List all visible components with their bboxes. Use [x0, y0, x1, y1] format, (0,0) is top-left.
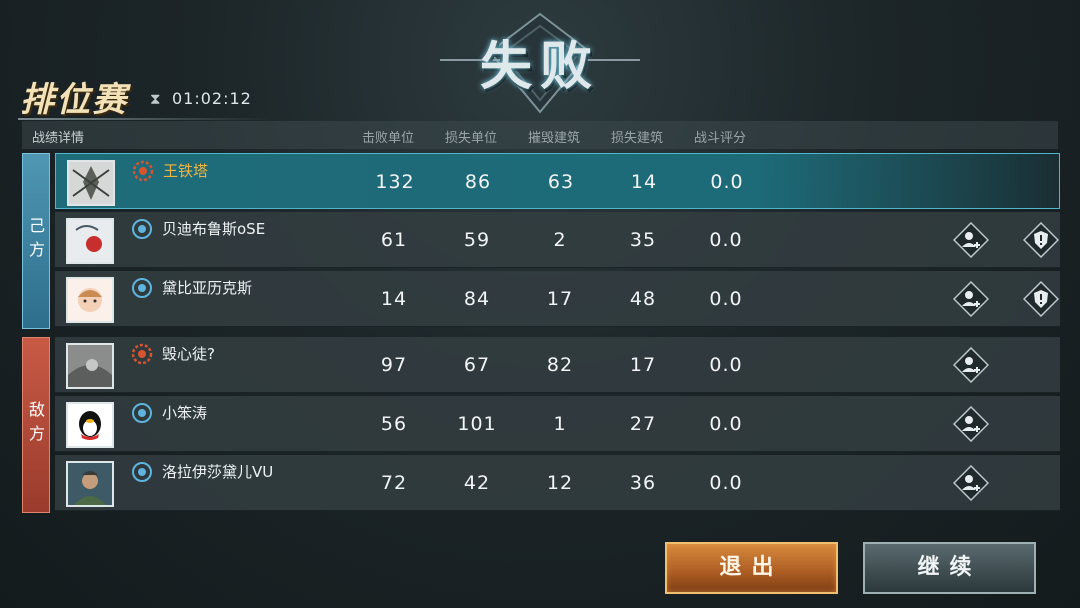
player-row[interactable]: 小笨涛 56 101 1 27 0.0: [55, 396, 1060, 452]
stat-kills: 97: [380, 354, 408, 376]
red-gear-icon: [132, 160, 154, 182]
stat-destroyed: 2: [553, 229, 567, 251]
exit-button[interactable]: 退出: [665, 542, 838, 594]
stat-lost: 14: [630, 171, 658, 193]
stat-lost: 36: [629, 472, 657, 494]
stat-destroyed: 12: [546, 472, 574, 494]
player-avatar[interactable]: [66, 461, 114, 507]
enemy-team-label: 敌方: [28, 400, 45, 443]
player-avatar[interactable]: [66, 343, 114, 389]
match-timer: 01:02:12: [172, 89, 252, 108]
player-row[interactable]: 王铁塔 132 86 63 14 0.0: [55, 153, 1060, 209]
col-losses: 损失单位: [445, 131, 498, 146]
player-name: 小笨涛: [162, 404, 208, 422]
player-name: 黛比亚历克斯: [162, 279, 253, 297]
stat-kills: 132: [375, 171, 415, 193]
stat-kills: 14: [380, 288, 408, 310]
stat-lost: 17: [629, 354, 657, 376]
stats-header-label: 战绩详情: [32, 131, 85, 146]
add-friend-icon[interactable]: [953, 222, 989, 258]
col-kills: 击败单位: [362, 131, 415, 146]
stat-score: 0.0: [709, 472, 743, 494]
enemy-team-bar: 敌方: [22, 337, 50, 513]
player-name: 毁心徒?: [162, 345, 215, 363]
player-row[interactable]: 黛比亚历克斯 14 84 17 48 0.0: [55, 271, 1060, 327]
add-friend-icon[interactable]: [953, 465, 989, 501]
stat-score: 0.0: [709, 229, 743, 251]
report-icon[interactable]: [1023, 222, 1059, 258]
player-avatar[interactable]: [66, 277, 114, 323]
add-friend-icon[interactable]: [953, 406, 989, 442]
mode-title: 排位赛: [20, 80, 128, 120]
stat-lost: 27: [629, 413, 657, 435]
stat-lost: 48: [629, 288, 657, 310]
player-name: 贝迪布鲁斯oSE: [162, 220, 266, 238]
stat-score: 0.0: [709, 288, 743, 310]
player-name: 王铁塔: [163, 162, 209, 180]
stat-losses: 42: [463, 472, 491, 494]
stat-score: 0.0: [710, 171, 744, 193]
stat-destroyed: 82: [546, 354, 574, 376]
player-row[interactable]: 贝迪布鲁斯oSE 61 59 2 35 0.0: [55, 212, 1060, 268]
blue-globe-icon: [132, 403, 152, 423]
player-avatar[interactable]: [67, 160, 115, 206]
ally-team-label: 己方: [28, 216, 45, 259]
player-row[interactable]: 毁心徒? 97 67 82 17 0.0: [55, 337, 1060, 393]
hourglass-icon: ⧗: [150, 90, 161, 108]
col-destroyed-buildings: 摧毁建筑: [528, 131, 581, 146]
ally-team-bar: 己方: [22, 153, 50, 329]
red-gear-icon: [131, 343, 153, 365]
stat-lost: 35: [629, 229, 657, 251]
stat-kills: 72: [380, 472, 408, 494]
stat-losses: 101: [457, 413, 497, 435]
blue-globe-icon: [132, 462, 152, 482]
player-avatar[interactable]: [66, 402, 114, 448]
stat-losses: 59: [463, 229, 491, 251]
player-avatar[interactable]: [66, 218, 114, 264]
blue-globe-icon: [132, 219, 152, 239]
add-friend-icon[interactable]: [953, 281, 989, 317]
stat-destroyed: 1: [553, 413, 567, 435]
stat-score: 0.0: [709, 354, 743, 376]
stat-score: 0.0: [709, 413, 743, 435]
blue-globe-icon: [132, 278, 152, 298]
report-icon[interactable]: [1023, 281, 1059, 317]
stat-kills: 56: [380, 413, 408, 435]
stat-kills: 61: [380, 229, 408, 251]
add-friend-icon[interactable]: [953, 347, 989, 383]
divider: [18, 118, 270, 120]
player-row[interactable]: 洛拉伊莎黛儿VU 72 42 12 36 0.0: [55, 455, 1060, 511]
col-lost-buildings: 损失建筑: [611, 131, 664, 146]
stat-losses: 67: [463, 354, 491, 376]
result-title: 失败: [479, 36, 600, 97]
stats-header: 战绩详情 击败单位 损失单位 摧毁建筑 损失建筑 战斗评分: [22, 121, 1058, 149]
continue-button[interactable]: 继续: [863, 542, 1036, 594]
stat-losses: 84: [463, 288, 491, 310]
stat-destroyed: 17: [546, 288, 574, 310]
stat-losses: 86: [464, 171, 492, 193]
stat-destroyed: 63: [547, 171, 575, 193]
col-battle-score: 战斗评分: [694, 131, 747, 146]
player-name: 洛拉伊莎黛儿VU: [162, 463, 274, 481]
